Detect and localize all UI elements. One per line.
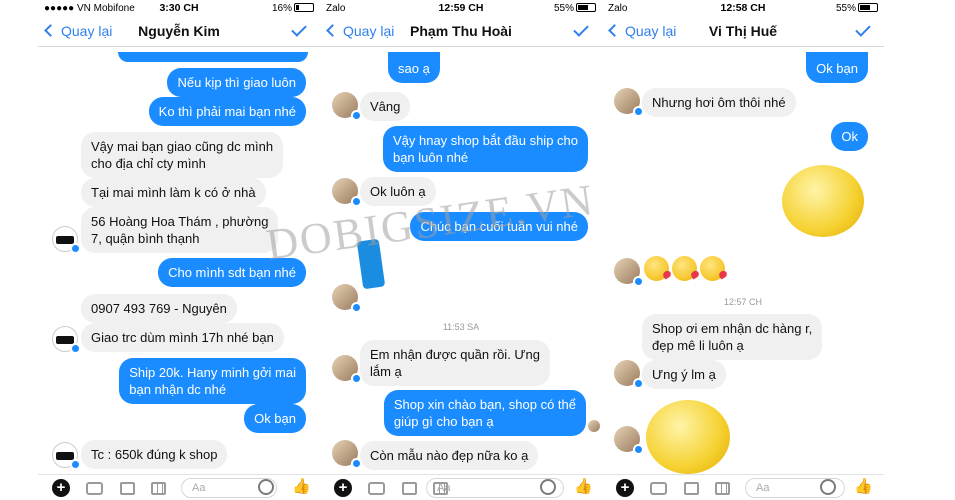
messenger-badge-icon (351, 458, 362, 469)
contact-avatar[interactable] (52, 226, 81, 254)
message-bubble: Vâng (360, 92, 411, 121)
image-icon[interactable] (684, 482, 699, 495)
message-bubble: Còn mẫu nào đẹp nữa ko ạ (360, 441, 539, 470)
contact-avatar[interactable] (614, 258, 644, 287)
messenger-badge-icon (633, 444, 644, 455)
messenger-badge-icon (70, 343, 81, 354)
battery-indicator: 55% (836, 3, 878, 14)
image-icon[interactable] (120, 482, 135, 495)
contact-avatar[interactable] (614, 426, 644, 455)
emoji-icon[interactable] (820, 479, 836, 495)
status-bar: ●●●●● VN Mobifone 3:30 CH 16% (38, 0, 320, 17)
battery-icon (294, 3, 314, 12)
plus-icon[interactable]: + (334, 479, 352, 497)
battery-indicator: 55% (554, 3, 596, 14)
battery-percent: 55% (835, 3, 856, 14)
nav-bar: Quay lại Phạm Thu Hoài (320, 17, 602, 47)
camera-icon[interactable] (86, 482, 103, 495)
conversation-title: Phạm Thu Hoài (410, 23, 512, 39)
messenger-badge-icon (70, 459, 81, 470)
plus-icon[interactable]: + (616, 479, 634, 497)
like-icon[interactable]: 👍 (292, 477, 311, 495)
contact-avatar[interactable] (332, 178, 362, 207)
message-bubble: Giao trc dùm mình 17h nhé bạn (81, 323, 284, 352)
message-bubble: Ok (831, 122, 868, 151)
contact-avatar[interactable] (52, 442, 81, 470)
message-bubble: 0907 493 769 - Nguyên (81, 294, 237, 323)
battery-indicator: 16% (272, 3, 314, 14)
messenger-badge-icon (351, 302, 362, 313)
contact-avatar[interactable] (614, 88, 644, 117)
plus-icon[interactable]: + (52, 479, 70, 497)
status-bar: Zalo 12:58 CH 55% (602, 0, 884, 17)
message-bubble: Ok bạn (244, 404, 306, 433)
message-bubble: Ưng ý lm ạ (642, 360, 726, 389)
battery-percent: 55% (553, 3, 574, 14)
message-timestamp: 12:57 CH (723, 297, 763, 307)
message-bubble: Shop ơi em nhận dc hàng r, đẹp mê li luôn… (642, 314, 823, 360)
kiss-emoji-icon (672, 256, 697, 281)
messenger-badge-icon (70, 243, 81, 254)
message-bubble: Tc : 650k đúng k shop (81, 440, 228, 469)
contact-avatar[interactable] (52, 326, 81, 354)
conversation-title: Vi Thị Huế (708, 23, 778, 39)
message-bubble: Ship 20k. Hany minh gởi mai bạn nhận dc n… (119, 358, 306, 404)
message-composer: + Aa 👍 (38, 474, 320, 500)
battery-icon (576, 3, 596, 12)
messenger-badge-icon (633, 106, 644, 117)
nav-bar: Quay lại Vi Thị Huế (602, 17, 884, 47)
contact-avatar[interactable] (614, 360, 644, 389)
kiss-emoji-icon (644, 256, 669, 281)
like-icon[interactable]: 👍 (854, 477, 873, 495)
messenger-badge-icon (351, 373, 362, 384)
message-bubble: Ko thì phải mai bạn nhé (148, 97, 306, 126)
contact-avatar[interactable] (332, 92, 362, 121)
message-bubble: Vậy hnay shop bắt đầu ship cho bạn luôn n… (382, 126, 588, 172)
messenger-badge-icon (633, 276, 644, 287)
message-bubble: Tại mai mình làm k có ở nhà (81, 178, 266, 207)
message-bubble: Em nhận được quần rồi. Ưng lắm ạ (360, 340, 550, 386)
conversation-title: Nguyễn Kim (138, 23, 220, 39)
like-icon[interactable]: 👍 (574, 477, 593, 495)
message-bubble: Vậy mai bạn giao cũng dc mình cho địa chỉ… (81, 132, 284, 178)
message-timestamp: 11:53 SA (442, 322, 480, 332)
nav-bar: Quay lại Nguyễn Kim (38, 17, 320, 47)
chat-panel-vi-thi-hue: Zalo 12:58 CH 55% Quay lại Vi Thị Huế Ok… (602, 0, 884, 500)
message-composer: + Aa 👍 (320, 474, 602, 500)
status-bar: Zalo 12:59 CH 55% (320, 0, 602, 17)
camera-icon[interactable] (368, 482, 385, 495)
smile-emoji-icon (782, 165, 864, 237)
sticker-icon[interactable] (151, 482, 166, 495)
message-bubble: Shop xin chào bạn, shop có thể giúp gì ch… (383, 390, 586, 436)
heart-eyes-emoji-icon (646, 400, 730, 474)
contact-avatar[interactable] (332, 440, 362, 469)
contact-avatar[interactable] (332, 284, 362, 313)
seen-avatar (588, 420, 600, 432)
sticker-icon[interactable] (715, 482, 730, 495)
battery-icon (858, 3, 878, 12)
message-bubble: sao ạ (388, 52, 440, 83)
camera-icon[interactable] (650, 482, 667, 495)
message-bubble: Nếu kịp thì giao luôn (167, 68, 306, 97)
image-icon[interactable] (402, 482, 417, 495)
screenshot-collage: ●●●●● VN Mobifone 3:30 CH 16% Quay lại N… (0, 0, 955, 500)
battery-percent: 16% (271, 3, 292, 14)
contact-avatar[interactable] (332, 355, 362, 384)
message-bubble: 56 Hoàng Hoa Thám , phường 7, quận bình t… (81, 207, 279, 253)
messenger-badge-icon (351, 110, 362, 121)
message-composer: + Aa 👍 (602, 474, 884, 500)
kiss-emoji-icon (700, 256, 725, 281)
message-bubble: Ok bạn (806, 52, 868, 83)
emoji-icon[interactable] (258, 479, 274, 495)
emoji-icon[interactable] (540, 479, 556, 495)
message-bubble-partial (118, 52, 308, 62)
message-bubble: Nhưng hơi ôm thôi nhé (642, 88, 796, 117)
messenger-badge-icon (633, 378, 644, 389)
